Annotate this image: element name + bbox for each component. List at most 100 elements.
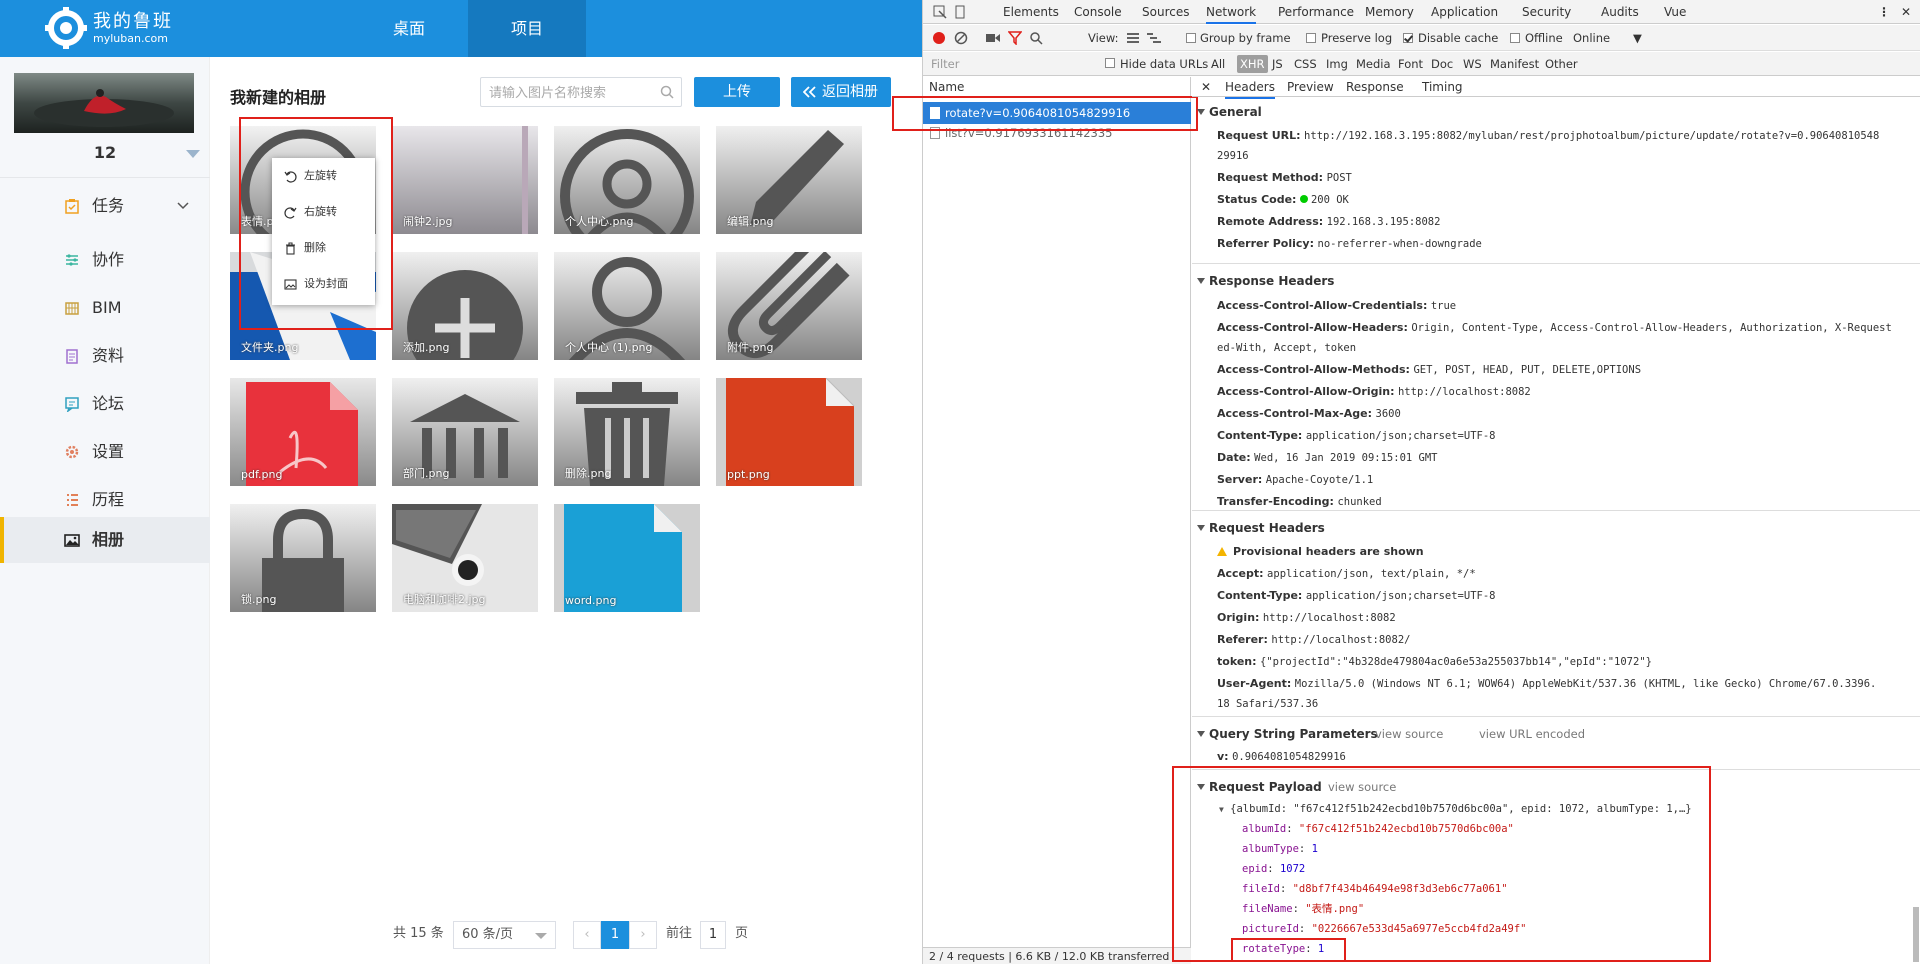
tab-elements[interactable]: Elements <box>1003 0 1059 24</box>
photo-tile[interactable]: 附件.png <box>716 252 862 360</box>
photo-tile[interactable]: pdf.png <box>230 378 376 486</box>
hide-data-urls-checkbox[interactable] <box>1105 58 1115 68</box>
search-input[interactable] <box>489 83 649 103</box>
user-avatar[interactable] <box>14 73 194 133</box>
photo-tile[interactable]: 闹钟2.jpg <box>392 126 538 234</box>
sidebar-item-album[interactable]: 相册 <box>0 517 210 563</box>
tab-security[interactable]: Security <box>1522 0 1571 24</box>
section-header[interactable]: Response Headers <box>1197 271 1334 291</box>
nav-tab-project[interactable]: 项目 <box>468 0 586 57</box>
more-options-icon[interactable]: ⋮ <box>1878 0 1890 24</box>
user-dropdown-icon[interactable] <box>186 150 200 158</box>
name-column-header[interactable]: Name <box>923 77 1191 97</box>
page-number-1[interactable]: 1 <box>601 921 629 949</box>
sidebar-item-settings[interactable]: 设置 <box>0 429 210 475</box>
tab-application[interactable]: Application <box>1431 0 1498 24</box>
filter-type-font[interactable]: Font <box>1398 52 1423 76</box>
sidebar-item-task[interactable]: 任务 <box>0 183 210 229</box>
filter-type-css[interactable]: CSS <box>1294 52 1317 76</box>
video-icon[interactable] <box>986 32 1000 44</box>
record-icon[interactable] <box>932 31 946 45</box>
close-icon[interactable]: ✕ <box>1201 77 1211 97</box>
filter-type-manifest[interactable]: Manifest <box>1490 52 1539 76</box>
list-view-icon[interactable] <box>1127 33 1139 43</box>
photo-tile[interactable]: 个人中心 (1).png <box>554 252 700 360</box>
tile-caption: 删除.png <box>565 467 612 480</box>
sidebar-item-forum[interactable]: 论坛 <box>0 381 210 427</box>
tab-headers[interactable]: Headers <box>1225 77 1275 99</box>
filter-type-js[interactable]: JS <box>1272 52 1283 76</box>
filter-type-doc[interactable]: Doc <box>1431 52 1453 76</box>
detail-tabbar: ✕ Headers Preview Response Timing <box>1192 77 1920 99</box>
photo-tile[interactable]: word.png <box>554 504 700 612</box>
section-header[interactable]: Request Headers <box>1197 518 1325 538</box>
device-toolbar-icon[interactable] <box>953 5 967 19</box>
value: http://localhost:8082 <box>1397 386 1531 398</box>
inspect-icon[interactable] <box>933 5 947 19</box>
photo-tile[interactable]: 部门.png <box>392 378 538 486</box>
upload-button[interactable]: 上传 <box>694 77 780 107</box>
tab-vue[interactable]: Vue <box>1664 0 1686 24</box>
header-row: Referer: http://localhost:8082/ <box>1217 629 1907 651</box>
value: application/json;charset=UTF-8 <box>1305 430 1496 442</box>
filter-type-all[interactable]: All <box>1211 52 1225 76</box>
search-box[interactable] <box>480 77 682 107</box>
scrollbar-thumb[interactable] <box>1913 907 1919 962</box>
offline-checkbox[interactable] <box>1510 33 1520 43</box>
photo-tile[interactable]: 编辑.png <box>716 126 862 234</box>
tab-console[interactable]: Console <box>1074 0 1122 24</box>
disable-cache-checkbox[interactable] <box>1403 33 1413 43</box>
filter-icon[interactable] <box>1008 31 1022 45</box>
sidebar-item-collab[interactable]: 协作 <box>0 237 210 283</box>
view-url-encoded-link[interactable]: view URL encoded <box>1479 724 1585 744</box>
group-by-frame-checkbox[interactable] <box>1186 33 1196 43</box>
prev-page-button[interactable]: ‹ <box>573 921 601 949</box>
filter-type-ws[interactable]: WS <box>1463 52 1482 76</box>
photo-tile[interactable]: 添加.png <box>392 252 538 360</box>
luban-logo-icon[interactable] <box>45 7 87 49</box>
goto-page-input[interactable]: 1 <box>700 921 726 949</box>
hide-data-urls-label: Hide data URLs <box>1120 57 1209 71</box>
filter-type-img[interactable]: Img <box>1326 52 1348 76</box>
filter-type-xhr[interactable]: XHR <box>1237 55 1268 73</box>
photo-tile[interactable]: 个人中心.png <box>554 126 700 234</box>
section-header[interactable]: Query String Parameters <box>1197 724 1378 744</box>
tab-preview[interactable]: Preview <box>1287 77 1334 97</box>
search-icon[interactable] <box>659 84 675 100</box>
tab-response[interactable]: Response <box>1346 77 1404 97</box>
user-name[interactable]: 12 <box>0 143 210 162</box>
brand[interactable]: 我的鲁班 myluban.com <box>93 12 173 46</box>
caret-down-icon[interactable]: ▼ <box>1633 25 1642 51</box>
nav-tab-desktop[interactable]: 桌面 <box>350 0 468 57</box>
photo-tile[interactable]: 删除.png <box>554 378 700 486</box>
preserve-log-checkbox[interactable] <box>1306 33 1316 43</box>
throttling-select[interactable]: Online <box>1573 25 1610 51</box>
brand-subtitle: myluban.com <box>93 32 168 45</box>
photo-tile[interactable]: 锁.png <box>230 504 376 612</box>
tab-timing[interactable]: Timing <box>1422 77 1463 97</box>
value: 192.168.3.195:8082 <box>1326 216 1441 228</box>
tab-network[interactable]: Network <box>1206 0 1257 24</box>
back-to-album-button[interactable]: 返回相册 <box>791 77 891 107</box>
section-header[interactable]: General <box>1197 102 1262 122</box>
sidebar-item-bim[interactable]: BIM <box>0 285 210 331</box>
tab-audits[interactable]: Audits <box>1601 0 1639 24</box>
filter-type-other[interactable]: Other <box>1545 52 1578 76</box>
search-icon[interactable] <box>1029 31 1043 45</box>
sidebar-item-docs[interactable]: 资料 <box>0 333 210 379</box>
photo-tile[interactable]: ppt.png <box>716 378 862 486</box>
view-source-link[interactable]: view source <box>1375 724 1443 744</box>
photo-tile[interactable]: 电脑和咖啡2.jpg <box>392 504 538 612</box>
close-icon[interactable]: ✕ <box>1901 0 1911 24</box>
tab-memory[interactable]: Memory <box>1365 0 1414 24</box>
tab-sources[interactable]: Sources <box>1142 0 1189 24</box>
waterfall-view-icon[interactable] <box>1147 33 1161 43</box>
filter-input[interactable]: Filter <box>931 52 959 76</box>
next-page-button[interactable]: › <box>629 921 657 949</box>
value: 3600 <box>1375 408 1401 420</box>
filter-type-media[interactable]: Media <box>1356 52 1391 76</box>
sidebar-item-label: 相册 <box>92 530 125 549</box>
page-size-select[interactable]: 60 条/页 <box>453 921 556 949</box>
clear-icon[interactable] <box>954 31 968 45</box>
tab-performance[interactable]: Performance <box>1278 0 1354 24</box>
